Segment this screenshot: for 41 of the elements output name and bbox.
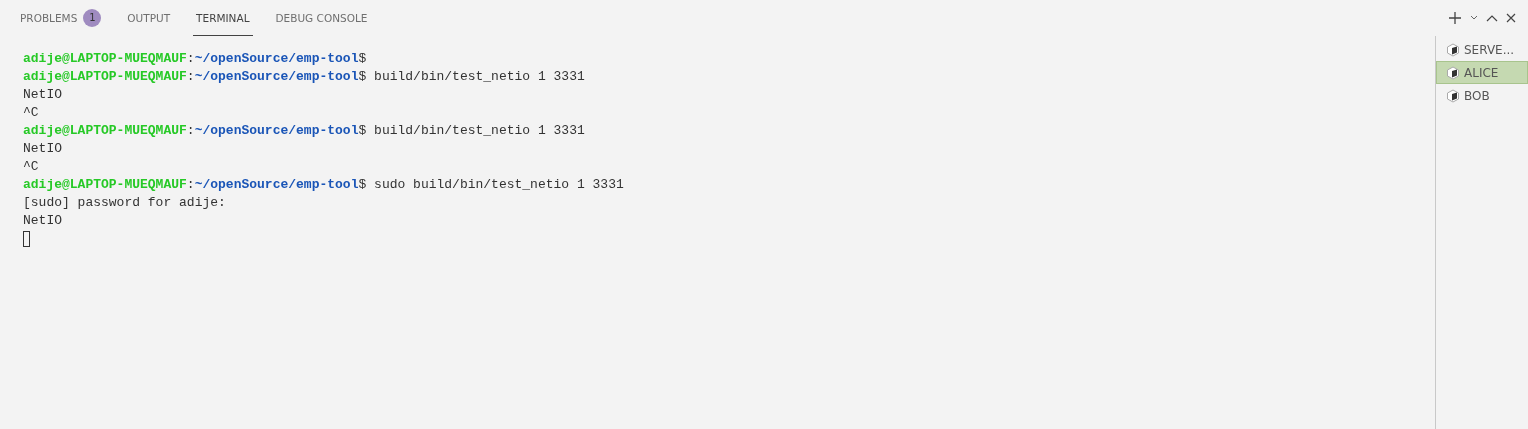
prompt-user: adije@LAPTOP-MUEQMAUF (23, 51, 187, 66)
command-text: build/bin/test_netio 1 3331 (374, 69, 585, 84)
count-badge: 1 (83, 8, 102, 27)
text-cursor (23, 230, 30, 247)
output-text: NetIO (23, 213, 62, 228)
prompt-symbol: $ (358, 51, 367, 66)
prompt-user: adije@LAPTOP-MUEQMAUF (23, 69, 187, 84)
output-text: ^C (23, 105, 39, 120)
panel-tab[interactable]: DEBUG CONSOLE (272, 0, 371, 36)
terminal-icon (1446, 88, 1460, 103)
output-text: NetIO (23, 87, 62, 102)
panel-tab[interactable]: TERMINAL (193, 0, 253, 36)
prompt-separator: : (186, 51, 195, 66)
prompt-path: ~/openSource/emp-tool (194, 123, 359, 138)
prompt-path: ~/openSource/emp-tool (194, 69, 359, 84)
close-icon[interactable] (1506, 13, 1516, 23)
prompt-separator: : (186, 177, 195, 192)
output-text: NetIO (23, 141, 62, 156)
chevron-down-icon[interactable] (1470, 15, 1478, 21)
prompt-symbol: $ (358, 69, 367, 84)
panel-tab[interactable]: PROBLEMS 1 (17, 0, 105, 36)
terminal-session[interactable]: BOB (1436, 84, 1528, 107)
prompt-symbol: $ (358, 123, 367, 138)
panel-tab[interactable]: OUTPUT (124, 0, 174, 36)
prompt-path: ~/openSource/emp-tool (194, 51, 359, 66)
chevron-up-icon[interactable] (1486, 14, 1498, 22)
plus-icon[interactable] (1448, 11, 1462, 25)
prompt-separator: : (186, 69, 195, 84)
prompt-separator: : (186, 123, 195, 138)
prompt-user: adije@LAPTOP-MUEQMAUF (23, 177, 187, 192)
output-text: [sudo] password for adije: (23, 195, 226, 210)
terminal-icon (1446, 65, 1460, 80)
terminal-session[interactable]: SERVE... (1436, 38, 1528, 61)
output-text: ^C (23, 159, 39, 174)
prompt-user: adije@LAPTOP-MUEQMAUF (23, 123, 187, 138)
command-text: build/bin/test_netio 1 3331 (374, 123, 585, 138)
prompt-path: ~/openSource/emp-tool (194, 177, 359, 192)
command-text: sudo build/bin/test_netio 1 3331 (374, 177, 624, 192)
terminal-session[interactable]: ALICE (1436, 61, 1528, 84)
prompt-symbol: $ (358, 177, 367, 192)
terminal-icon (1446, 42, 1460, 57)
